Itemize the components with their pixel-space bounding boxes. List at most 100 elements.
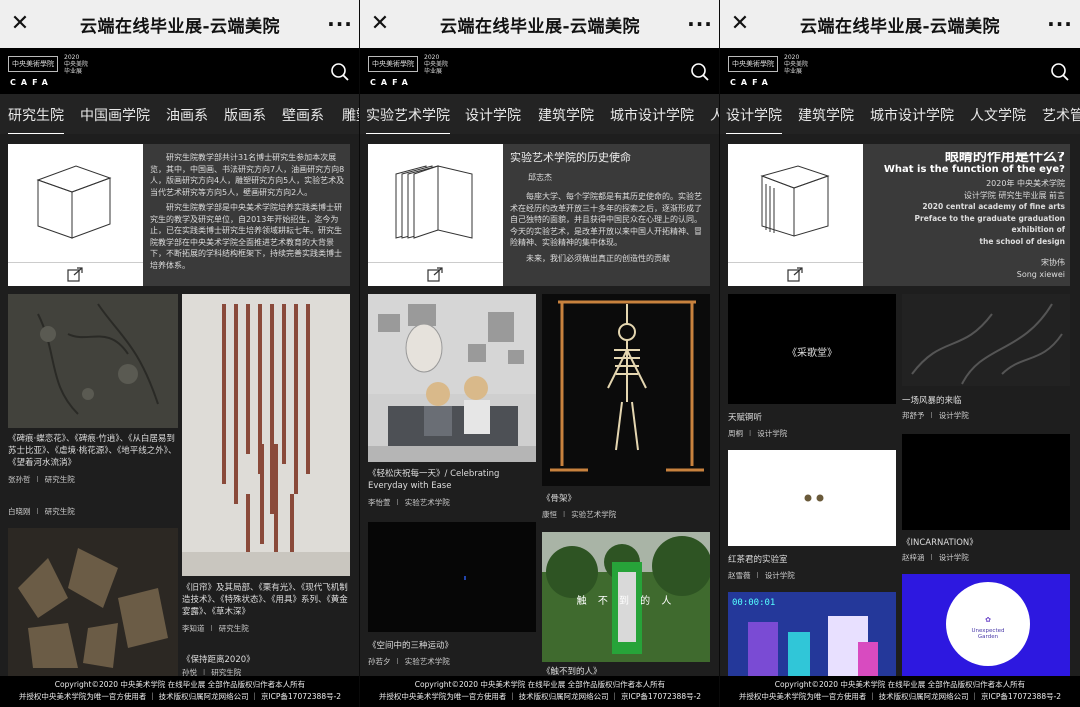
tab-architecture[interactable]: 建筑学院 [798,105,854,125]
site-header: 中央美術學院 CAFA 2020 中央美院毕业展 [360,48,719,94]
tab-oil-painting[interactable]: 油画系 [166,105,208,125]
artwork-caption[interactable]: 《轻松庆祝每一天》/ Celebrating Everyday with Eas… [368,468,538,492]
tab-experimental-art[interactable]: 实验艺术学院 [366,105,450,134]
more-icon[interactable]: ··· [680,12,719,36]
license-text: 并授权中央美术学院为唯一官方使用者 ｜ 技术版权归属阿龙网络公司 ｜ 京ICP备… [738,692,1062,701]
tab-chinese-painting[interactable]: 中国画学院 [80,105,150,125]
artwork-meta: 李怡萱 I 实验艺术学院 [368,498,450,507]
close-icon[interactable]: ✕ [720,0,760,48]
tab-graduate-school[interactable]: 研究生院 [8,105,64,134]
footer: Copyright©2020 中央美术学院 在线毕业展 全部作品版权归作者本人所… [0,676,359,707]
search-icon[interactable] [330,62,350,82]
svg-text:✿: ✿ [985,616,991,624]
site-header: 中央美術學院 CAFA 2020 中央美院毕业展 [0,48,359,94]
artwork-caption[interactable]: 一场风暴的来临 [902,395,1070,407]
search-icon[interactable] [690,62,710,82]
department-tabs: 研究生院 中国画学院 油画系 版画系 壁画系 雕塑系 [0,94,359,134]
intro-card[interactable]: 实验艺术学院的历史使命 邱志杰 每座大学、每个学院都是有其历史使命的。实验艺术在… [368,144,710,286]
year-badge: 2020 中央美院毕业展 [784,54,809,75]
cafa-letters: CAFA [10,78,53,87]
tab-arts-management[interactable]: 艺术管理 [1042,105,1080,125]
artwork-thumbnail[interactable] [182,294,350,576]
artwork-caption[interactable]: 红茶君的实验室 [728,554,896,566]
artwork-thumbnail[interactable]: 触 不 到 的 人 [542,532,710,662]
department-tabs: 实验艺术学院 设计学院 建筑学院 城市设计学院 人文学院 [360,94,719,134]
tab-mural[interactable]: 壁画系 [282,105,324,125]
titlebar: ✕ 云端在线毕业展-云端美院 ··· [360,0,719,48]
panel-graduate-school: ✕ 云端在线毕业展-云端美院 ··· 中央美術學院 CAFA 2020 中央美院毕… [0,0,360,707]
artwork-meta: 邦舒予 I 设计学院 [902,411,969,420]
intro-line: 2020年 中央美术学院 [986,179,1065,188]
license-text: 并授权中央美术学院为唯一官方使用者 ｜ 技术版权归属阿龙网络公司 ｜ 京ICP备… [18,692,342,701]
artwork-caption[interactable]: 《空间中的三种运动》 [368,640,538,652]
year-badge: 2020 中央美院毕业展 [424,54,449,75]
tab-sculpture[interactable]: 雕塑系 [342,105,359,125]
screenshot-collage: ✕ 云端在线毕业展-云端美院 ··· 中央美術學院 CAFA 2020 中央美院毕… [0,0,1080,707]
intro-paragraph: 未来，我们必须做出真正的创造性的贡献 [526,253,670,263]
cafa-logo[interactable]: 中央美術學院 [368,56,418,72]
tab-humanities[interactable]: 人文学院 [970,105,1026,125]
artwork-meta: 孙若夕 I 实验艺术学院 [368,657,450,666]
artwork-thumbnail[interactable] [902,434,1070,530]
artwork-meta: 赵梓涵 I 设计学院 [902,553,969,562]
page-title: 云端在线毕业展-云端美院 [799,16,1001,37]
intro-heading-cn: 眼睛的作用是什么? [944,152,1065,165]
tab-architecture[interactable]: 建筑学院 [538,105,594,125]
intro-line: 2020 central academy of fine arts [922,202,1065,211]
intro-card[interactable]: 眼睛的作用是什么? What is the function of the ey… [728,144,1070,286]
intro-heading-en: What is the function of the eye? [883,163,1065,175]
tab-humanities[interactable]: 人文学院 [710,105,719,125]
share-icon[interactable] [728,262,863,286]
close-icon[interactable]: ✕ [360,0,400,48]
footer: Copyright©2020 中央美术学院 在线毕业展 全部作品版权归作者本人所… [360,676,719,707]
artwork-meta: 赵雪薇 I 设计学院 [728,571,795,580]
artwork-thumbnail[interactable]: 《采歌堂》 [728,294,896,404]
artwork-caption[interactable]: 天赋锕听 [728,412,896,424]
artwork-thumbnail[interactable] [728,450,896,546]
share-icon[interactable] [8,262,143,286]
artwork-thumbnail[interactable] [8,528,178,676]
intro-signature: 宋协伟 [1041,258,1065,267]
artwork-thumbnail[interactable] [902,294,1070,386]
tab-urban-design[interactable]: 城市设计学院 [610,105,694,125]
share-icon[interactable] [368,262,503,286]
artwork-thumbnail[interactable]: 00:00:01 [728,592,896,676]
cafa-letters: CAFA [370,78,413,87]
artwork-caption[interactable]: 《旧帘》及其局部、《栗有光》、《现代飞机制造技术》、《特殊状态》、《用具》系列、… [182,582,352,618]
copyright-text: Copyright©2020 中央美术学院 在线毕业展 全部作品版权归作者本人所… [414,680,666,689]
tab-design[interactable]: 设计学院 [726,105,782,134]
more-icon[interactable]: ··· [1040,12,1080,36]
intro-card[interactable]: 研究生院教学部共计31名博士研究生参加本次展览，其中，中国画、书法研究方向7人，… [8,144,350,286]
artwork-thumbnail[interactable]: ✿ Unexpected Garden [902,574,1070,676]
cafa-logo[interactable]: 中央美術學院 [8,56,58,72]
page-title: 云端在线毕业展-云端美院 [439,16,641,37]
artwork-thumbnail[interactable] [542,294,710,486]
search-icon[interactable] [1050,62,1070,82]
artwork-thumbnail[interactable] [368,522,536,632]
footer: Copyright©2020 中央美术学院 在线毕业展 全部作品版权归作者本人所… [720,676,1080,707]
tab-printmaking[interactable]: 版画系 [224,105,266,125]
intro-text: 眼睛的作用是什么? What is the function of the ey… [870,152,1065,286]
more-icon[interactable]: ··· [320,12,359,36]
tab-design[interactable]: 设计学院 [465,105,521,125]
overlay-text: 《采歌堂》 [787,348,837,359]
artwork-caption[interactable]: 《骨架》 [542,493,712,505]
artwork-meta: 白晓刚 I 研究生院 [8,507,75,516]
artwork-caption[interactable]: 《碑痕·蝶恋花》、《碑痕·竹逍》、《从白居易到苏士比亚》、《虐境·桃花源》、《地… [8,433,180,469]
tab-urban-design[interactable]: 城市设计学院 [870,105,954,125]
artwork-title-text: Unexpected Garden [971,628,1005,640]
overlay-text: 触 不 到 的 人 [576,596,676,607]
license-text: 并授权中央美术学院为唯一官方使用者 ｜ 技术版权归属阿龙网络公司 ｜ 京ICP备… [378,692,702,701]
pages-illustration [368,144,503,262]
artwork-meta: 张孙哲 I 研究生院 [8,475,75,484]
cafa-logo[interactable]: 中央美術學院 [728,56,778,72]
intro-line: 设计学院 研究生毕业展 前言 [963,190,1065,200]
artwork-thumbnail[interactable] [8,294,178,428]
close-icon[interactable]: ✕ [0,0,40,48]
artwork-meta: 周桐 I 设计学院 [728,429,788,438]
artwork-caption[interactable]: 《INCARNATION》 [902,537,1070,549]
intro-paragraph: 研究生院教学部是中央美术学院培养实践类博士研究生的教学及研究单位，自2013年开… [150,203,342,270]
artwork-thumbnail[interactable] [368,294,536,462]
titlebar: ✕ 云端在线毕业展-云端美院 ··· [720,0,1080,48]
artwork-caption[interactable]: 《保持距离2020》 [182,654,352,666]
